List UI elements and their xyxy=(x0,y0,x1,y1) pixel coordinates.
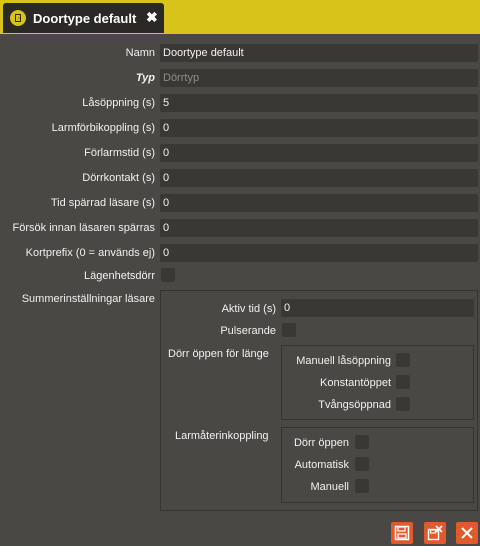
forlarmstid-label: Förlarmstid (s) xyxy=(84,147,155,159)
forsok-field[interactable]: 0 xyxy=(160,219,478,237)
dorr-oppen-for-lange-label: Dörr öppen för länge xyxy=(168,348,269,360)
tvangsoppnad-checkbox[interactable] xyxy=(396,397,410,411)
larmforbikoppling-field[interactable]: 0 xyxy=(160,119,478,137)
aktiv-tid-field[interactable]: 0 xyxy=(281,299,474,317)
summer-label: Summerinställningar läsare xyxy=(21,293,155,305)
kortprefix-label: Kortprefix (0 = används ej) xyxy=(25,247,155,259)
namn-label: Namn xyxy=(125,47,155,59)
lagenhetsdorr-checkbox[interactable] xyxy=(161,268,175,282)
larmaterinkoppling-label: Larmåterinkoppling xyxy=(175,430,269,442)
dorr-oppen-checkbox[interactable] xyxy=(355,435,369,449)
tab-close-icon[interactable]: ✖ xyxy=(146,9,158,26)
pulserande-label: Pulserande xyxy=(220,325,276,337)
namn-field[interactable]: Doortype default xyxy=(160,44,478,62)
larmforbikoppling-label: Larmförbikoppling (s) xyxy=(51,122,155,134)
aktiv-tid-label: Aktiv tid (s) xyxy=(221,303,276,315)
pulserande-checkbox[interactable] xyxy=(282,323,296,337)
door-icon xyxy=(10,10,26,26)
forlarmstid-field[interactable]: 0 xyxy=(160,144,478,162)
tab-doortype[interactable]: Doortype default ✖ xyxy=(3,3,164,33)
konstantoppet-label: Konstantöppet xyxy=(320,377,391,389)
tid-sparrad-label: Tid spärrad läsare (s) xyxy=(50,197,155,209)
close-button[interactable] xyxy=(456,522,478,544)
typ-label: Typ xyxy=(135,72,155,84)
konstantoppet-checkbox[interactable] xyxy=(396,375,410,389)
save-close-icon xyxy=(427,525,443,541)
tid-sparrad-field[interactable]: 0 xyxy=(160,194,478,212)
manuell-checkbox[interactable] xyxy=(355,479,369,493)
forsok-label: Försök innan läsaren spärras xyxy=(12,222,155,234)
manuell-label: Manuell xyxy=(310,481,349,493)
dorr-oppen-label: Dörr öppen xyxy=(293,437,349,449)
lasoppning-label: Låsöppning (s) xyxy=(82,97,155,109)
lasoppning-field[interactable]: 5 xyxy=(160,94,478,112)
close-icon xyxy=(461,527,473,539)
lagenhetsdorr-label: Lägenhetsdörr xyxy=(84,270,155,282)
dorrkontakt-field[interactable]: 0 xyxy=(160,169,478,187)
kortprefix-field[interactable]: 0 xyxy=(160,244,478,262)
automatisk-checkbox[interactable] xyxy=(355,457,369,471)
tab-bar: Doortype default ✖ xyxy=(0,0,480,34)
manuell-lasoppning-label: Manuell låsöppning xyxy=(296,355,391,367)
tab-title: Doortype default xyxy=(33,11,137,26)
typ-field[interactable]: Dörrtyp xyxy=(160,69,478,87)
save-button[interactable] xyxy=(391,522,413,544)
dorrkontakt-label: Dörrkontakt (s) xyxy=(82,172,155,184)
manuell-lasoppning-checkbox[interactable] xyxy=(396,353,410,367)
tvangsoppnad-label: Tvångsöppnad xyxy=(318,399,391,411)
automatisk-label: Automatisk xyxy=(294,459,349,471)
save-icon xyxy=(394,525,410,541)
save-and-close-button[interactable] xyxy=(424,522,446,544)
